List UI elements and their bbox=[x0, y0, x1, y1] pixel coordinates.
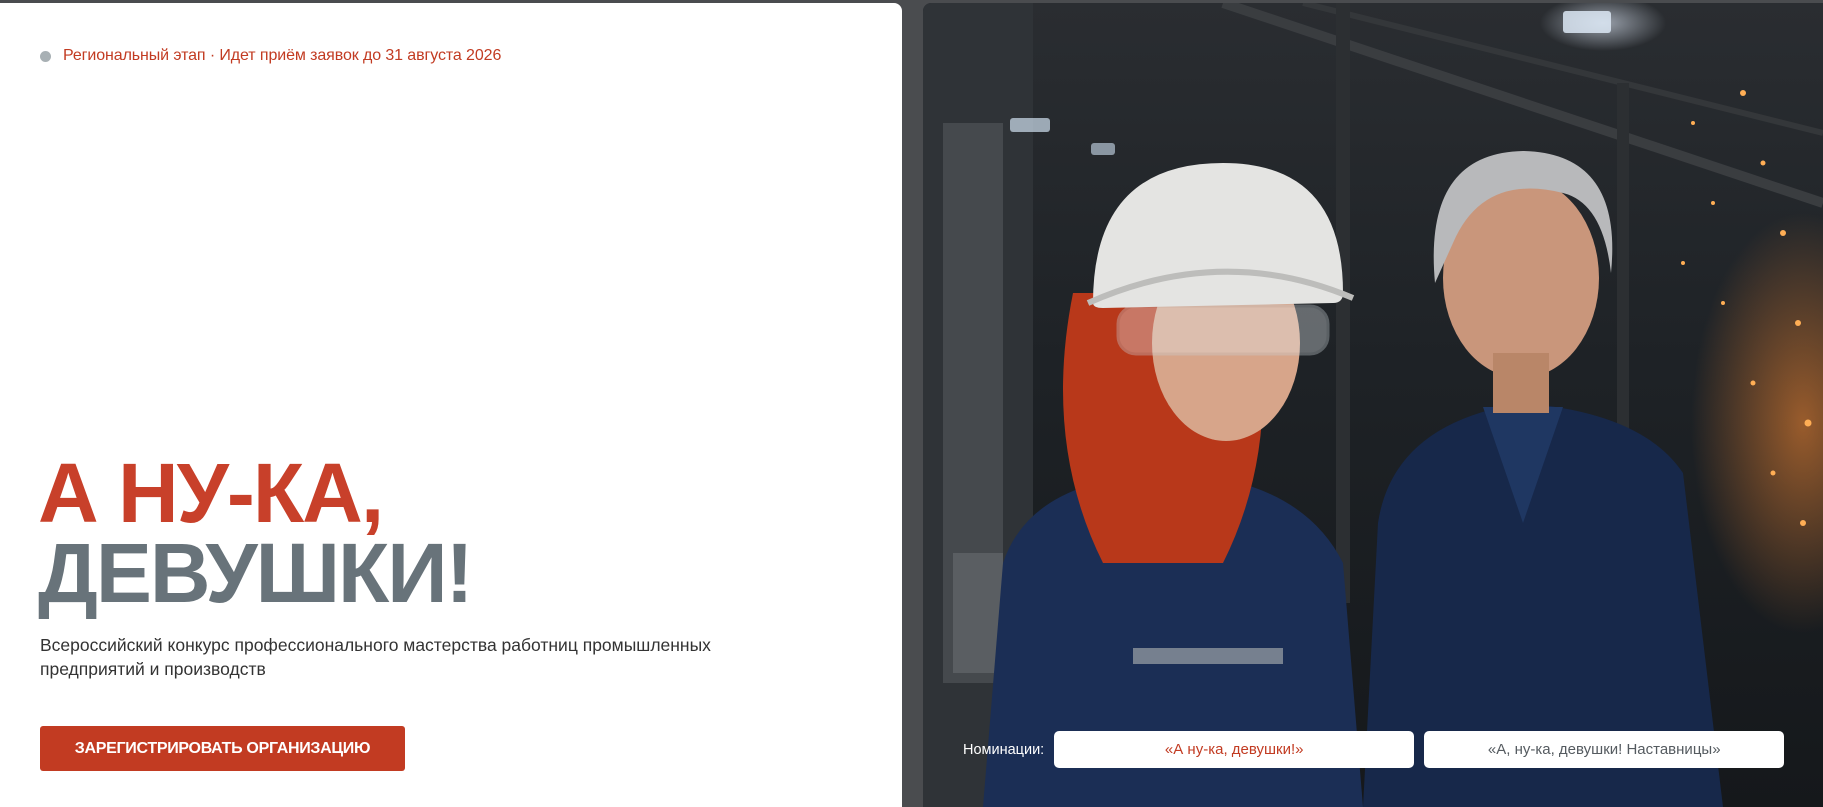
reflective-stripe bbox=[1133, 648, 1283, 664]
nominations-label: Номинации: bbox=[963, 741, 1045, 758]
nomination-tab-mentors[interactable]: «А, ну-ка, девушки! Наставницы» bbox=[1424, 731, 1785, 768]
safety-glasses bbox=[1116, 304, 1330, 356]
ceiling-light bbox=[1010, 118, 1050, 132]
hero-title-line2: ДЕВУШКИ! bbox=[38, 526, 474, 620]
nomination-tab-girls[interactable]: «А ну-ка, девушки!» bbox=[1054, 731, 1415, 768]
ceiling-light bbox=[1563, 11, 1611, 33]
status-dot-icon bbox=[40, 50, 51, 62]
ceiling-light bbox=[1091, 143, 1115, 155]
welding-sparks bbox=[1681, 90, 1812, 526]
hero-subtitle: Всероссийский конкурс профессионального … bbox=[40, 635, 711, 679]
hero-photo: Номинации: «А ну-ка, девушки!» «А, ну-ка… bbox=[923, 3, 1823, 807]
register-organization-button[interactable]: ЗАРЕГИСТРИРОВАТЬ ОРГАНИЗАЦИЮ bbox=[40, 726, 405, 771]
status-text: Региональный этап · Идет приём заявок до… bbox=[63, 47, 502, 64]
page-frame: Региональный этап · Идет приём заявок до… bbox=[0, 0, 1823, 807]
mentor-neck bbox=[1493, 353, 1549, 413]
hero-title: А НУ-КА, ДЕВУШКИ! bbox=[38, 446, 474, 620]
hero-title-line1: А НУ-КА, bbox=[38, 446, 384, 540]
factory-workers-photo bbox=[923, 3, 1823, 807]
status-line: Региональный этап · Идет приём заявок до… bbox=[40, 47, 501, 65]
hero-panel: Региональный этап · Идет приём заявок до… bbox=[0, 3, 902, 807]
nominations-bar: Номинации: «А ну-ка, девушки!» «А, ну-ка… bbox=[963, 731, 1785, 768]
